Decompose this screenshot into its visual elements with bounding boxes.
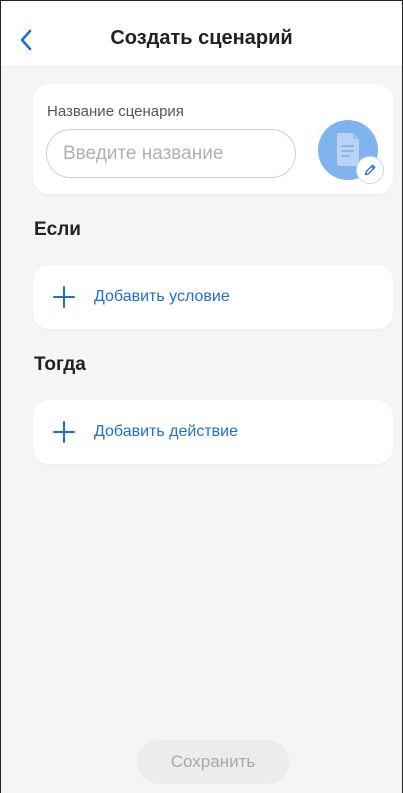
scenario-name-card: Название сценария [33, 84, 393, 194]
scenario-name-label: Название сценария [47, 103, 184, 120]
if-section-title: Если [34, 219, 81, 240]
plus-icon [53, 421, 75, 443]
plus-icon [53, 286, 75, 308]
add-condition-button[interactable]: Добавить условие [33, 265, 393, 329]
then-section-title: Тогда [34, 354, 86, 375]
add-action-button[interactable]: Добавить действие [33, 400, 393, 464]
pencil-icon [364, 164, 376, 176]
page-title: Создать сценарий [110, 27, 293, 49]
app-header: Создать сценарий [1, 1, 402, 65]
save-button[interactable]: Сохранить [137, 740, 289, 784]
add-condition-label: Добавить условие [94, 288, 230, 305]
edit-avatar-button[interactable] [356, 156, 384, 184]
add-action-label: Добавить действие [94, 423, 238, 440]
scenario-name-input[interactable] [46, 129, 296, 178]
screen: Создать сценарий Название сценария Если … [0, 0, 403, 793]
